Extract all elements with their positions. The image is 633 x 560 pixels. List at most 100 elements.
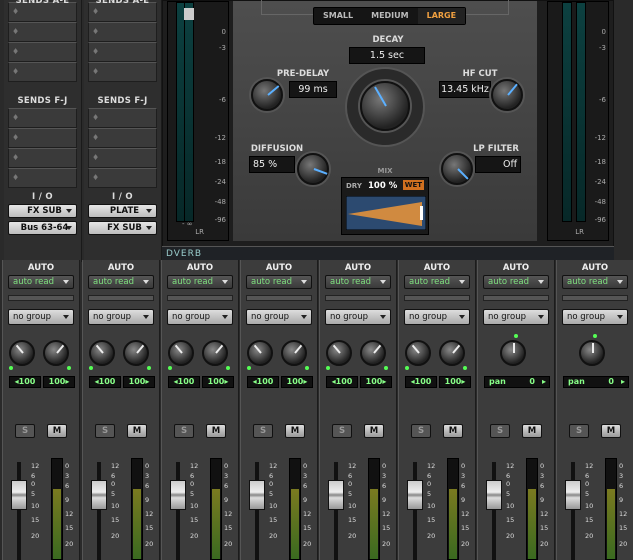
pan-right-knob[interactable] bbox=[202, 340, 228, 366]
volume-fader[interactable] bbox=[486, 480, 502, 510]
pan-left-knob[interactable] bbox=[405, 340, 431, 366]
pan-left-knob[interactable] bbox=[168, 340, 194, 366]
solo-button[interactable]: S bbox=[95, 424, 115, 438]
pan-left-knob[interactable] bbox=[247, 340, 273, 366]
pan-right-knob[interactable] bbox=[439, 340, 465, 366]
pan-display[interactable]: pan 0 ▸ bbox=[563, 376, 629, 388]
automation-mode-selector[interactable]: auto read bbox=[167, 275, 233, 289]
send-slot[interactable]: ♦ bbox=[8, 62, 77, 82]
solo-button[interactable]: S bbox=[253, 424, 273, 438]
pan-right-display[interactable]: 100▸ bbox=[360, 376, 392, 388]
pan-right-display[interactable]: 100▸ bbox=[43, 376, 75, 388]
volume-fader[interactable] bbox=[249, 480, 265, 510]
automation-mode-selector[interactable]: auto read bbox=[404, 275, 470, 289]
lpfilter-value[interactable]: Off bbox=[475, 156, 521, 173]
pan-left-display[interactable]: ◂100 bbox=[326, 376, 358, 388]
pan-left-knob[interactable] bbox=[89, 340, 115, 366]
predelay-value[interactable]: 99 ms bbox=[289, 81, 337, 98]
automation-mode-selector[interactable]: auto read bbox=[246, 275, 312, 289]
solo-button[interactable]: S bbox=[490, 424, 510, 438]
pan-right-knob[interactable] bbox=[360, 340, 386, 366]
solo-button[interactable]: S bbox=[15, 424, 35, 438]
group-selector[interactable]: no group bbox=[483, 309, 549, 325]
send-slot[interactable]: ♦ bbox=[88, 168, 157, 188]
group-selector[interactable]: no group bbox=[404, 309, 470, 325]
size-large-button[interactable]: LARGE bbox=[417, 8, 466, 24]
predelay-knob[interactable] bbox=[251, 79, 283, 111]
mix-control[interactable]: DRY 100 % WET bbox=[341, 177, 429, 235]
pan-left-display[interactable]: ◂100 bbox=[168, 376, 200, 388]
group-selector[interactable]: no group bbox=[167, 309, 233, 325]
volume-fader[interactable] bbox=[565, 480, 581, 510]
automation-mode-selector[interactable]: auto read bbox=[8, 275, 74, 289]
pan-left-knob[interactable] bbox=[9, 340, 35, 366]
mute-button[interactable]: M bbox=[522, 424, 542, 438]
send-slot[interactable]: ♦ bbox=[88, 148, 157, 168]
pan-right-display[interactable]: 100▸ bbox=[202, 376, 234, 388]
volume-fader[interactable] bbox=[328, 480, 344, 510]
automation-mode-selector[interactable]: auto read bbox=[483, 275, 549, 289]
send-slot[interactable]: ♦ bbox=[8, 42, 77, 62]
mute-button[interactable]: M bbox=[285, 424, 305, 438]
hfcut-knob[interactable] bbox=[491, 79, 523, 111]
diffusion-knob[interactable] bbox=[297, 153, 329, 185]
group-selector[interactable]: no group bbox=[8, 309, 74, 325]
pan-right-knob[interactable] bbox=[123, 340, 149, 366]
pan-right-display[interactable]: 100▸ bbox=[439, 376, 471, 388]
diffusion-value[interactable]: 85 % bbox=[249, 156, 295, 173]
pan-left-display[interactable]: ◂100 bbox=[247, 376, 279, 388]
pan-right-knob[interactable] bbox=[43, 340, 69, 366]
send-slot[interactable]: ♦ bbox=[8, 108, 77, 128]
decay-value[interactable]: 1.5 sec bbox=[349, 47, 425, 64]
pan-right-display[interactable]: 100▸ bbox=[281, 376, 313, 388]
send-slot[interactable]: ♦ bbox=[88, 22, 157, 42]
send-slot[interactable]: ♦ bbox=[88, 62, 157, 82]
automation-mode-selector[interactable]: auto read bbox=[325, 275, 391, 289]
pan-display[interactable]: pan 0 ▸ bbox=[484, 376, 550, 388]
size-medium-button[interactable]: MEDIUM bbox=[362, 8, 418, 24]
mute-button[interactable]: M bbox=[47, 424, 67, 438]
volume-fader[interactable] bbox=[407, 480, 423, 510]
size-small-button[interactable]: SMALL bbox=[314, 8, 362, 24]
group-selector[interactable]: no group bbox=[562, 309, 628, 325]
send-slot[interactable]: ♦ bbox=[88, 128, 157, 148]
mute-button[interactable]: M bbox=[443, 424, 463, 438]
output-selector[interactable]: Bus 63-64 bbox=[8, 221, 77, 235]
solo-button[interactable]: S bbox=[174, 424, 194, 438]
pan-right-display[interactable]: 100▸ bbox=[123, 376, 155, 388]
output-selector[interactable]: FX SUB bbox=[88, 221, 157, 235]
send-slot[interactable]: ♦ bbox=[88, 108, 157, 128]
mute-button[interactable]: M bbox=[364, 424, 384, 438]
lpfilter-knob[interactable] bbox=[441, 153, 473, 185]
send-slot[interactable]: ♦ bbox=[8, 148, 77, 168]
automation-mode-selector[interactable]: auto read bbox=[562, 275, 628, 289]
volume-fader[interactable] bbox=[170, 480, 186, 510]
pan-left-display[interactable]: ◂100 bbox=[9, 376, 41, 388]
input-selector[interactable]: FX SUB bbox=[8, 204, 77, 218]
pan-right-knob[interactable] bbox=[281, 340, 307, 366]
send-slot[interactable]: ♦ bbox=[8, 22, 77, 42]
solo-button[interactable]: S bbox=[569, 424, 589, 438]
mute-button[interactable]: M bbox=[601, 424, 621, 438]
solo-button[interactable]: S bbox=[411, 424, 431, 438]
send-slot[interactable]: ♦ bbox=[88, 42, 157, 62]
pan-knob[interactable] bbox=[579, 340, 605, 366]
automation-mode-selector[interactable]: auto read bbox=[88, 275, 154, 289]
solo-button[interactable]: S bbox=[332, 424, 352, 438]
volume-fader[interactable] bbox=[11, 480, 27, 510]
mute-button[interactable]: M bbox=[127, 424, 147, 438]
volume-fader[interactable] bbox=[91, 480, 107, 510]
send-slot[interactable]: ♦ bbox=[8, 128, 77, 148]
pan-left-knob[interactable] bbox=[326, 340, 352, 366]
decay-knob[interactable] bbox=[360, 81, 410, 131]
pan-left-display[interactable]: ◂100 bbox=[405, 376, 437, 388]
group-selector[interactable]: no group bbox=[246, 309, 312, 325]
pan-knob[interactable] bbox=[500, 340, 526, 366]
mute-button[interactable]: M bbox=[206, 424, 226, 438]
group-selector[interactable]: no group bbox=[88, 309, 154, 325]
input-selector[interactable]: PLATE bbox=[88, 204, 157, 218]
send-slot[interactable]: ♦ bbox=[8, 168, 77, 188]
group-selector[interactable]: no group bbox=[325, 309, 391, 325]
hfcut-value[interactable]: 13.45 kHz bbox=[439, 81, 491, 98]
pan-left-display[interactable]: ◂100 bbox=[89, 376, 121, 388]
